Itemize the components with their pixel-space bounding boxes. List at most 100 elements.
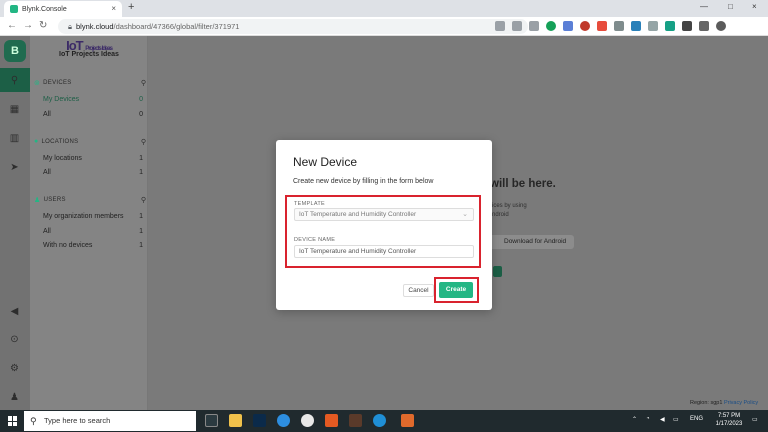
tab-search-icon[interactable] (699, 21, 709, 31)
task-view-icon[interactable] (205, 414, 218, 427)
file-explorer-icon[interactable] (229, 414, 242, 427)
app-icon[interactable] (349, 414, 362, 427)
template-selected-value: IoT Temperature and Humidity Controller (299, 211, 417, 218)
create-button[interactable]: Create (439, 282, 473, 298)
locations-heading: LOCATIONS (41, 138, 79, 145)
photoshop-icon[interactable] (253, 414, 266, 427)
grid-icon[interactable]: ▦ (9, 104, 20, 115)
filter-org-members[interactable]: My organization members 1 (43, 213, 143, 220)
device-name-label: DEVICE NAME (294, 237, 336, 243)
filter-panel: IoT Projects Ideas IoT Projects Ideas ⊚ D… (30, 36, 148, 410)
taskbar-clock[interactable]: 7:57 PM 1/17/2023 (712, 412, 746, 428)
edge-icon[interactable] (373, 414, 386, 427)
minimize-button[interactable]: — (700, 2, 708, 11)
taskbar-search-input[interactable]: ⚲ Type here to search (24, 411, 196, 431)
filter-users-no-devices[interactable]: With no devices 1 (43, 242, 143, 249)
privacy-policy-link[interactable]: Privacy Policy (724, 400, 758, 406)
template-select[interactable]: IoT Temperature and Humidity Controller … (294, 208, 474, 221)
devices-section: ⊚ DEVICES ⚲ (34, 79, 146, 87)
users-section: ♟ USERS ⚲ (34, 196, 146, 204)
megaphone-icon[interactable]: ◀ (9, 306, 20, 317)
add-device-button[interactable] (493, 266, 502, 277)
tray-chevron-icon[interactable]: ⌃ (632, 416, 637, 423)
extension-icon[interactable] (648, 21, 658, 31)
address-bar: ← → ↻ 🔒︎ blynk.cloud/dashboard/47366/glob… (0, 17, 768, 36)
template-label: TEMPLATE (294, 201, 326, 207)
close-window-button[interactable]: × (752, 2, 757, 11)
empty-state-headline: will be here. (490, 178, 556, 190)
building-icon[interactable]: ▥ (9, 133, 20, 144)
url-input[interactable]: 🔒︎ blynk.cloud/dashboard/47366/global/fil… (58, 19, 528, 34)
tab-title: Blynk.Console (22, 5, 67, 13)
app-icon[interactable] (401, 414, 414, 427)
chevron-down-icon: ⌄ (462, 211, 468, 218)
filter-all-locations[interactable]: All 1 (43, 169, 143, 176)
search-icon: ⚲ (30, 416, 37, 426)
extension-icon[interactable] (597, 21, 607, 31)
new-tab-button[interactable]: + (128, 1, 134, 13)
tab-bar: Blynk.Console × + — □ × (0, 0, 768, 17)
extension-icon[interactable] (631, 21, 641, 31)
maximize-button[interactable]: □ (728, 2, 733, 11)
help-icon[interactable]: ⊙ (9, 334, 20, 345)
filter-all-devices[interactable]: All 0 (43, 111, 143, 118)
browser-tab[interactable]: Blynk.Console × (4, 1, 122, 17)
cancel-button[interactable]: Cancel (403, 284, 434, 297)
puzzle-icon[interactable] (682, 21, 692, 31)
devices-icon: ⊚ (34, 80, 41, 87)
app-icon[interactable] (325, 414, 338, 427)
download-android-button[interactable]: Download for Android (488, 235, 574, 249)
org-name: IoT Projects Ideas (59, 51, 119, 58)
modal-description: Create new device by filling in the form… (293, 178, 434, 185)
empty-state-line2: ndroid (492, 212, 509, 218)
filter-my-devices[interactable]: My Devices 0 (43, 96, 143, 103)
search-icon[interactable]: ⚲ (9, 75, 20, 86)
extension-icon[interactable] (665, 21, 675, 31)
volume-icon[interactable]: ◀ (660, 416, 665, 423)
users-heading: USERS (43, 197, 66, 203)
send-icon[interactable]: ➤ (9, 162, 20, 173)
url-path: /dashboard/47366/global/filter/371971 (113, 22, 240, 31)
language-indicator[interactable]: ENG (690, 416, 703, 422)
user-icon[interactable]: ♟ (9, 392, 20, 403)
forward-button[interactable]: → (23, 20, 33, 31)
extension-icons (495, 21, 726, 32)
zoom-icon[interactable] (495, 21, 505, 31)
clock-date: 1/17/2023 (715, 421, 743, 427)
locations-section: ● LOCATIONS ⚲ (34, 138, 146, 146)
lock-icon: 🔒︎ (68, 22, 72, 31)
new-device-modal: New Device Create new device by filling … (276, 140, 492, 310)
battery-icon[interactable]: ▭ (673, 416, 679, 423)
clock-time: 7:57 PM (717, 413, 741, 419)
reload-button[interactable]: ↻ (39, 20, 47, 31)
filter-my-locations[interactable]: My locations 1 (43, 155, 143, 162)
region-footer: Region: sgp1 Privacy Policy (690, 400, 759, 406)
devices-search-icon[interactable]: ⚲ (141, 79, 146, 87)
locations-search-icon[interactable]: ⚲ (141, 138, 146, 146)
chrome-icon[interactable] (301, 414, 314, 427)
left-rail: B ⚲ ▦ ▥ ➤ ◀ ⊙ ⚙ ♟ (0, 36, 30, 410)
filter-all-users[interactable]: All 1 (43, 228, 143, 235)
extension-icon[interactable] (580, 21, 590, 31)
profile-icon[interactable] (716, 21, 726, 31)
device-name-input[interactable]: IoT Temperature and Humidity Controller (294, 245, 474, 258)
bookmark-star-icon[interactable] (529, 21, 539, 31)
extension-icon[interactable] (614, 21, 624, 31)
back-button[interactable]: ← (7, 20, 17, 31)
windows-start-icon[interactable] (8, 416, 18, 426)
tab-close-button[interactable]: × (111, 4, 116, 13)
empty-state-line1: ices by using (492, 203, 527, 209)
location-pin-icon: ● (34, 138, 39, 145)
app-icon[interactable] (277, 414, 290, 427)
share-icon[interactable] (512, 21, 522, 31)
grammarly-icon[interactable] (546, 21, 556, 31)
extension-icon[interactable] (563, 21, 573, 31)
url-host: blynk.cloud (76, 22, 114, 31)
devices-heading: DEVICES (43, 80, 72, 86)
notifications-icon[interactable]: ▭ (752, 416, 758, 423)
network-icon[interactable]: ◔ (646, 416, 650, 422)
blynk-logo[interactable]: B (4, 40, 26, 62)
modal-title: New Device (293, 155, 358, 169)
settings-icon[interactable]: ⚙ (9, 363, 20, 374)
users-search-icon[interactable]: ⚲ (141, 196, 146, 204)
